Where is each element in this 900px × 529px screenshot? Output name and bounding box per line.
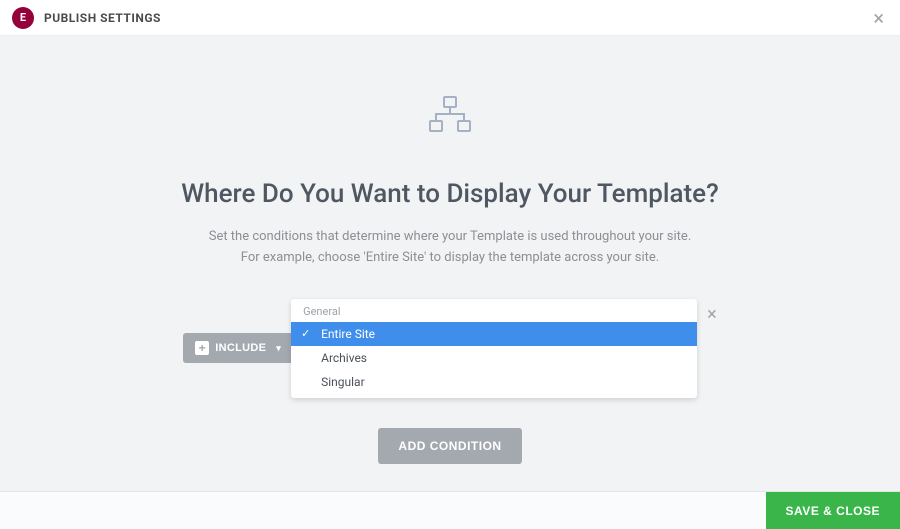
modal-header: E PUBLISH SETTINGS × — [0, 0, 900, 36]
dropdown-item-singular[interactable]: Singular — [291, 370, 697, 394]
modal-footer: SAVE & CLOSE — [0, 491, 900, 529]
dropdown-item-entire-site[interactable]: Entire Site — [291, 322, 697, 346]
logo-text: E — [20, 11, 26, 24]
description-line-1: Set the conditions that determine where … — [209, 229, 692, 244]
description-text: Set the conditions that determine where … — [0, 227, 900, 269]
logo-icon: E — [12, 7, 34, 29]
description-line-2: For example, choose 'Entire Site' to dis… — [241, 250, 659, 265]
remove-condition-icon[interactable]: × — [707, 304, 717, 325]
scope-dropdown-panel: General Entire Site Archives Singular — [291, 299, 697, 398]
dropdown-group-label: General — [291, 299, 697, 322]
main-heading: Where Do You Want to Display Your Templa… — [0, 179, 900, 209]
plus-icon: + — [195, 341, 209, 355]
close-icon[interactable]: × — [869, 4, 888, 32]
include-label: INCLUDE — [215, 342, 266, 354]
condition-row: + INCLUDE ▾ General Entire Site Archives… — [0, 299, 900, 398]
sitemap-icon — [0, 96, 900, 134]
add-condition-button[interactable]: ADD CONDITION — [378, 428, 521, 464]
dropdown-item-archives[interactable]: Archives — [291, 346, 697, 370]
modal-body: Where Do You Want to Display Your Templa… — [0, 36, 900, 491]
chevron-down-icon: ▾ — [276, 343, 281, 354]
include-dropdown-button[interactable]: + INCLUDE ▾ — [183, 333, 291, 363]
save-and-close-button[interactable]: SAVE & CLOSE — [766, 492, 900, 529]
header-title: PUBLISH SETTINGS — [44, 11, 161, 25]
